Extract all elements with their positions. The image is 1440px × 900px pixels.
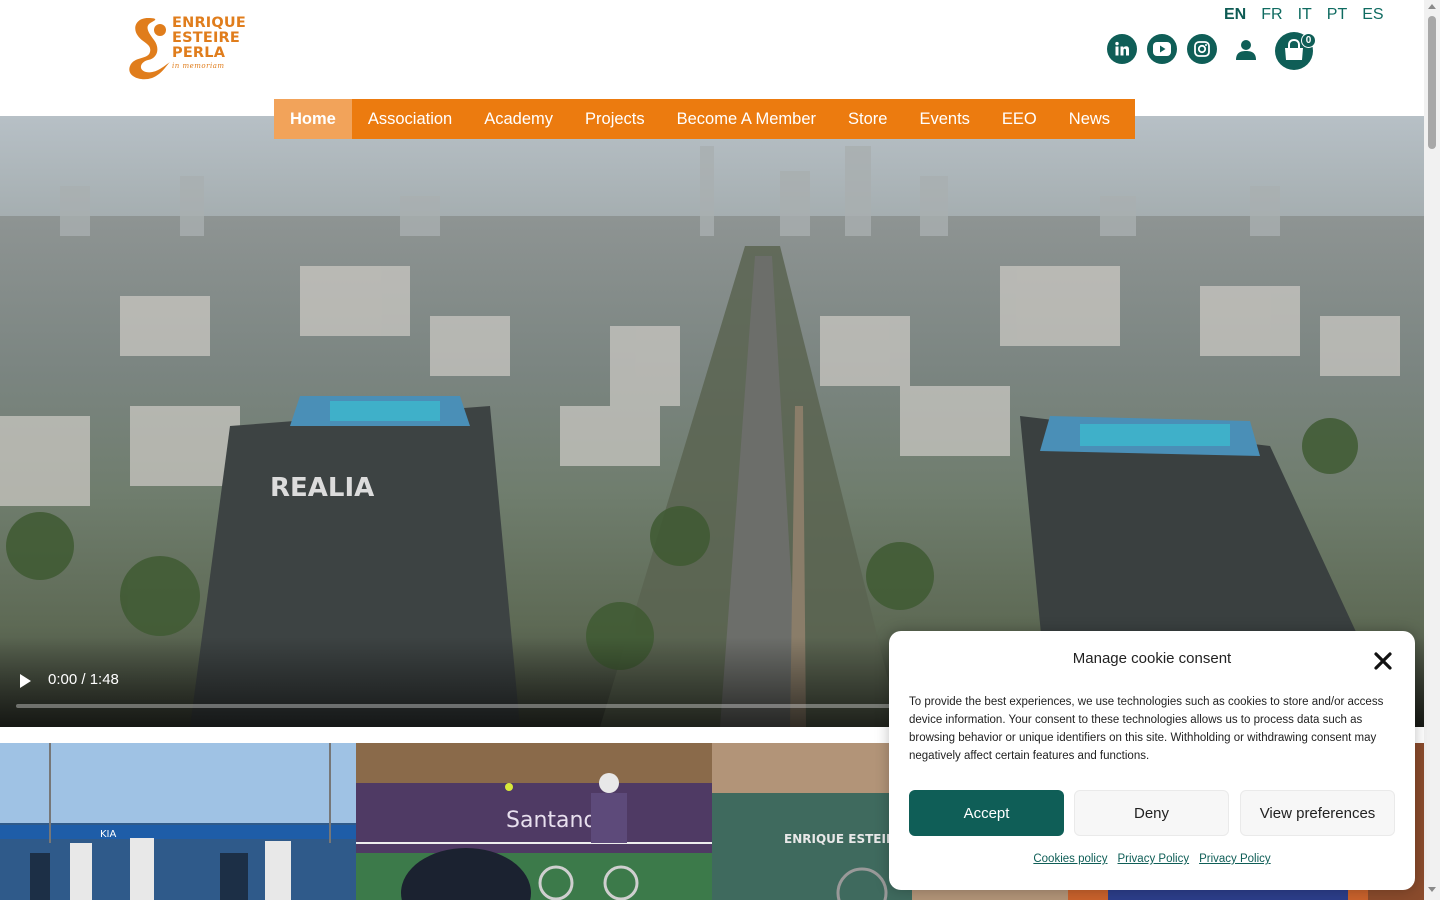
scroll-up-icon[interactable] xyxy=(1428,4,1436,9)
youtube-icon[interactable] xyxy=(1147,34,1177,64)
nav-news[interactable]: News xyxy=(1053,99,1126,139)
nav-become-a-member[interactable]: Become A Member xyxy=(661,99,832,139)
view-preferences-button[interactable]: View preferences xyxy=(1240,790,1395,836)
logo-tagline: in memoriam xyxy=(172,62,225,70)
nav-projects[interactable]: Projects xyxy=(569,99,661,139)
nav-home[interactable]: Home xyxy=(274,99,352,139)
nav-events[interactable]: Events xyxy=(903,99,985,139)
user-icon[interactable] xyxy=(1235,39,1257,61)
scrollbar-thumb[interactable] xyxy=(1428,16,1436,149)
lang-en[interactable]: EN xyxy=(1224,6,1246,24)
cookie-consent-dialog: Manage cookie consent To provide the bes… xyxy=(889,631,1415,890)
video-time: 0:00 / 1:48 xyxy=(48,671,119,688)
instagram-icon[interactable] xyxy=(1187,34,1217,64)
cart-button[interactable]: 0 xyxy=(1275,32,1316,70)
language-switcher: EN FR IT PT ES xyxy=(1224,6,1399,24)
lang-fr[interactable]: FR xyxy=(1261,6,1282,24)
close-icon[interactable] xyxy=(1373,651,1393,671)
privacy-policy-link-2[interactable]: Privacy Policy xyxy=(1199,853,1271,865)
page-scrollbar[interactable] xyxy=(1424,0,1440,900)
play-icon[interactable] xyxy=(18,673,32,689)
logo-line-1: ENRIQUE xyxy=(172,15,247,31)
nav-academy[interactable]: Academy xyxy=(468,99,569,139)
cookie-body: To provide the best experiences, we use … xyxy=(909,696,1384,762)
logo-mark-icon xyxy=(129,18,170,80)
logo[interactable]: ENRIQUE ESTEIRE PERLA in memoriam xyxy=(126,14,256,82)
building-sign: REALIA xyxy=(270,473,374,503)
lang-pt[interactable]: PT xyxy=(1327,6,1347,24)
thumbnail-2[interactable]: Santand xyxy=(356,743,712,900)
cookie-title: Manage cookie consent xyxy=(1072,650,1232,667)
lang-it[interactable]: IT xyxy=(1298,6,1312,24)
logo-line-3: PERLA xyxy=(172,45,226,61)
logo-line-2: ESTEIRE xyxy=(172,30,241,46)
thumbnail-2-banner-text: Santand xyxy=(506,808,597,833)
nav-eeo[interactable]: EEO xyxy=(986,99,1053,139)
thumbnail-1[interactable]: KIA xyxy=(0,743,356,900)
nav-association[interactable]: Association xyxy=(352,99,468,139)
cookies-policy-link[interactable]: Cookies policy xyxy=(1033,853,1107,865)
scroll-down-icon[interactable] xyxy=(1428,887,1436,892)
linkedin-icon[interactable] xyxy=(1107,34,1137,64)
deny-button[interactable]: Deny xyxy=(1074,790,1229,836)
privacy-policy-link[interactable]: Privacy Policy xyxy=(1118,853,1190,865)
main-nav: Home Association Academy Projects Become… xyxy=(274,99,1135,139)
lang-es[interactable]: ES xyxy=(1362,6,1383,24)
accept-button[interactable]: Accept xyxy=(909,790,1064,836)
cart-count-badge: 0 xyxy=(1301,33,1316,48)
cookie-links: Cookies policy Privacy Policy Privacy Po… xyxy=(889,853,1415,865)
thumbnail-1-banner-text: KIA xyxy=(100,829,117,840)
logo-text: ENRIQUE ESTEIRE PERLA xyxy=(172,16,246,61)
nav-store[interactable]: Store xyxy=(832,99,903,139)
page: ENRIQUE ESTEIRE PERLA in memoriam EN FR … xyxy=(0,0,1440,900)
